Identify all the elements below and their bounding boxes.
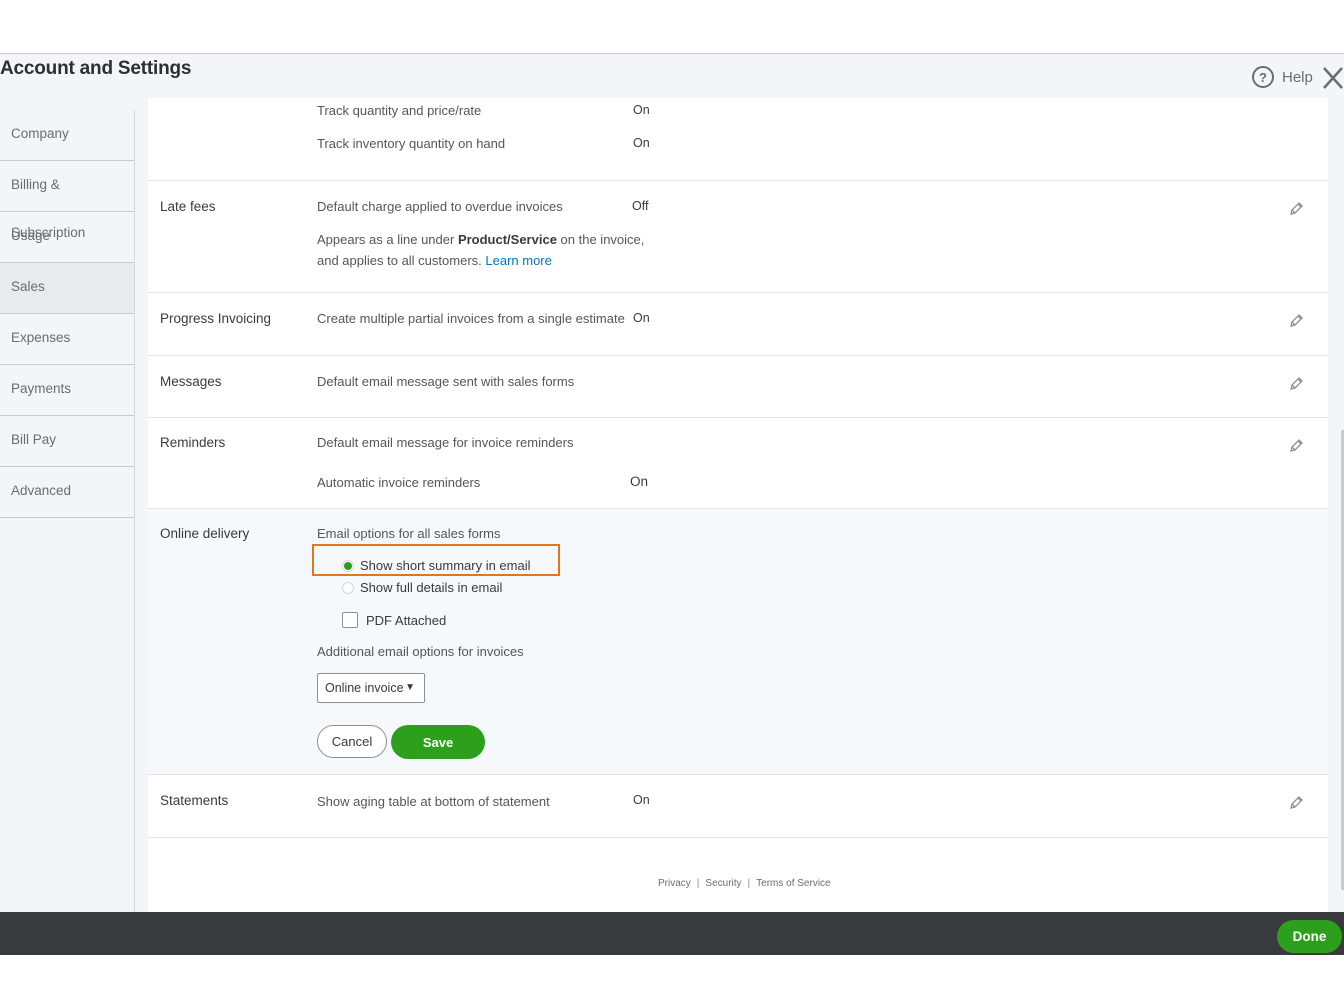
settings-content: Track quantity and price/rate On Track i…	[148, 98, 1328, 912]
auto-reminders-text: Automatic invoice reminders	[317, 475, 481, 490]
online-delivery-label: Online delivery	[160, 526, 250, 541]
section-progress-invoicing[interactable]: Progress Invoicing Create multiple parti…	[148, 293, 1328, 356]
statements-value: On	[633, 793, 650, 807]
sidebar-border	[134, 110, 135, 912]
statements-text: Show aging table at bottom of statement	[317, 794, 550, 809]
highlight-box	[312, 544, 560, 576]
additional-email-options-label: Additional email options for invoices	[317, 644, 524, 659]
save-button[interactable]: Save	[391, 725, 485, 759]
help-label: Help	[1282, 68, 1313, 86]
sidebar-item-sales[interactable]: Sales	[0, 263, 134, 314]
sidebar-item-billing[interactable]: Billing & Subscription	[0, 161, 134, 240]
cancel-button[interactable]: Cancel	[317, 725, 387, 758]
section-reminders[interactable]: Reminders Default email message for invo…	[148, 418, 1328, 509]
track-inventory-value: On	[633, 136, 650, 150]
section-late-fees[interactable]: Late fees Default charge applied to over…	[148, 181, 1328, 293]
track-quantity-text: Track quantity and price/rate	[317, 103, 482, 118]
pencil-icon[interactable]	[1288, 795, 1304, 811]
select-value: Online invoice	[325, 681, 404, 695]
page-title: Account and Settings	[0, 58, 192, 79]
bottom-bar	[0, 912, 1344, 955]
close-icon[interactable]	[1322, 66, 1344, 90]
late-fees-label: Late fees	[160, 199, 216, 214]
desc-bold: Product/Service	[457, 232, 557, 247]
help-button[interactable]: ? Help	[1252, 66, 1313, 88]
track-quantity-value: On	[633, 103, 650, 117]
track-inventory-text: Track inventory quantity on hand	[317, 136, 506, 151]
late-fees-description: Appears as a line under Product/Service …	[317, 229, 644, 271]
progress-invoicing-text: Create multiple partial invoices from a …	[317, 311, 625, 326]
security-link[interactable]: Security	[705, 878, 741, 889]
radio-button[interactable]	[342, 581, 354, 594]
pencil-icon[interactable]	[1288, 438, 1304, 454]
late-fees-value: Off	[632, 199, 649, 213]
progress-invoicing-value: On	[633, 311, 650, 325]
sidebar-item-expenses[interactable]: Expenses	[0, 314, 134, 365]
footer-separator: |	[696, 878, 700, 889]
section-inventory-partial: Track quantity and price/rate On Track i…	[148, 98, 1328, 181]
pencil-icon[interactable]	[1288, 313, 1304, 329]
section-messages[interactable]: Messages Default email message sent with…	[148, 356, 1328, 418]
progress-invoicing-label: Progress Invoicing	[160, 311, 272, 326]
footer-links: Privacy | Security | Terms of Service	[658, 878, 831, 889]
statements-label: Statements	[160, 793, 229, 808]
auto-reminders-value: On	[630, 474, 649, 489]
reminders-text: Default email message for invoice remind…	[317, 435, 574, 450]
learn-more-link[interactable]: Learn more	[485, 253, 551, 268]
radio-full-details[interactable]: Show full details in email	[342, 580, 502, 595]
pdf-attached-checkbox[interactable]	[342, 612, 358, 628]
sidebar-item-payments[interactable]: Payments	[0, 365, 134, 416]
section-statements[interactable]: Statements Show aging table at bottom of…	[148, 775, 1328, 838]
sidebar: Company Billing & Subscription Usage Sal…	[0, 110, 134, 518]
reminders-label: Reminders	[160, 435, 226, 450]
done-button[interactable]: Done	[1277, 920, 1342, 953]
sidebar-item-bill-pay[interactable]: Bill Pay	[0, 416, 134, 467]
late-fees-text: Default charge applied to overdue invoic…	[317, 199, 563, 214]
question-circle-icon: ?	[1252, 66, 1274, 88]
invoice-delivery-select[interactable]: Online invoice ▼	[317, 673, 425, 703]
terms-link[interactable]: Terms of Service	[756, 878, 830, 889]
messages-text: Default email message sent with sales fo…	[317, 374, 575, 389]
pencil-icon[interactable]	[1288, 201, 1304, 217]
footer-separator: |	[747, 878, 751, 889]
desc-part2: on the invoice,	[556, 232, 645, 247]
desc-part1: Appears as a line under	[317, 232, 458, 247]
radio-full-label: Show full details in email	[360, 580, 503, 595]
pdf-attached-label: PDF Attached	[366, 612, 447, 628]
privacy-link[interactable]: Privacy	[658, 878, 691, 889]
caret-down-icon: ▼	[405, 682, 415, 693]
pdf-attached-row[interactable]: PDF Attached	[342, 612, 446, 628]
messages-label: Messages	[160, 374, 222, 389]
sidebar-item-company[interactable]: Company	[0, 110, 134, 161]
desc-line2: and applies to all customers.	[317, 253, 482, 268]
sidebar-item-advanced[interactable]: Advanced	[0, 467, 134, 518]
pencil-icon[interactable]	[1288, 376, 1304, 392]
email-options-label: Email options for all sales forms	[317, 526, 501, 541]
